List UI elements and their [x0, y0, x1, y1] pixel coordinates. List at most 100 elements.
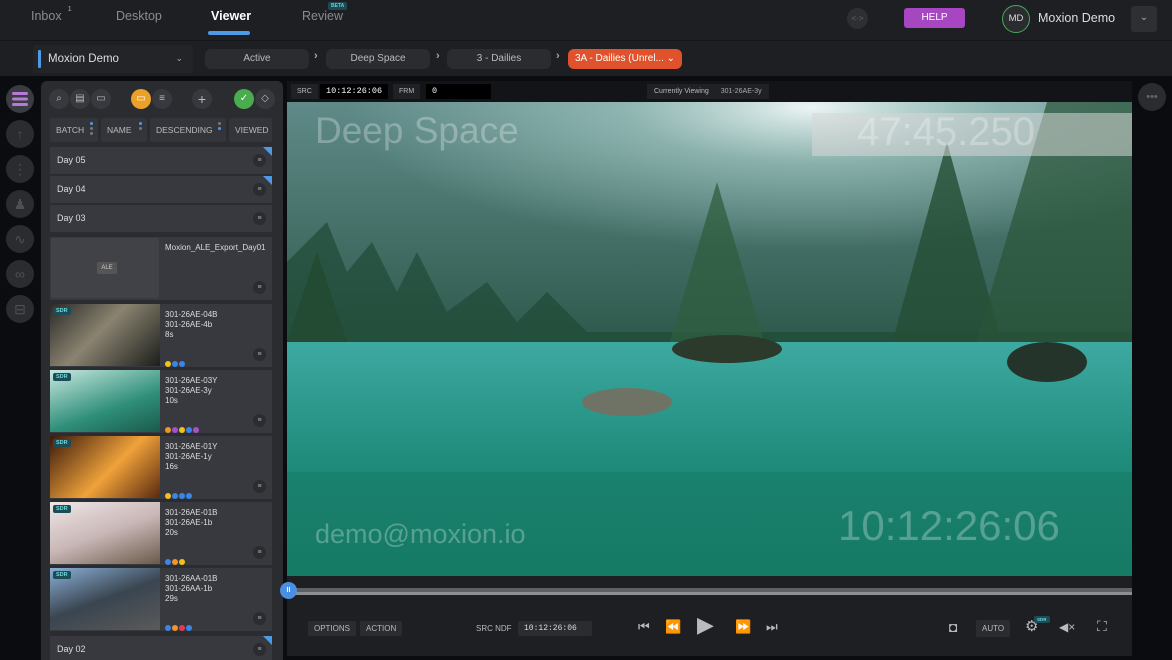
- top-nav-bar: Inbox 1 Desktop Viewer Review BETA <·> HE…: [0, 0, 1172, 40]
- clip-item[interactable]: SDR 301-26AE-04B 301-26AE-4b 8s ≡: [50, 304, 272, 367]
- item-menu-icon[interactable]: ≡: [253, 281, 266, 294]
- clip-browser-panel: ⌕ ▤ ▭ ▭ ≡ + ✓ ◇ BATCH NAME DESCENDING VI…: [41, 81, 283, 660]
- color-tag-dot: [172, 361, 178, 367]
- color-tag-dot: [186, 625, 192, 631]
- clip-name: 301-26AE-04B: [165, 310, 218, 319]
- color-tag-dot: [193, 427, 199, 433]
- search-icon[interactable]: ⌕: [49, 89, 69, 109]
- user-name[interactable]: Moxion Demo: [1038, 11, 1115, 25]
- chevron-right-icon: ›: [436, 50, 440, 62]
- help-button[interactable]: HELP: [904, 8, 965, 28]
- options-button[interactable]: OPTIONS: [308, 621, 357, 636]
- clip-item[interactable]: SDR 301-26AE-01B 301-26AE-1b 20s ≡: [50, 502, 272, 565]
- timeline-scrubber[interactable]: II: [280, 582, 1132, 599]
- timeline-track: [287, 588, 1132, 592]
- item-menu-icon[interactable]: ≡: [253, 546, 266, 559]
- sort-batch[interactable]: BATCH: [50, 118, 98, 142]
- item-menu-icon[interactable]: ≡: [253, 414, 266, 427]
- sort-name[interactable]: NAME: [101, 118, 147, 142]
- currently-viewing-label: Currently Viewing: [654, 88, 709, 95]
- item-menu-icon[interactable]: ≡: [253, 348, 266, 361]
- upload-arrow-icon[interactable]: ↑: [6, 120, 34, 148]
- add-icon[interactable]: +: [192, 89, 212, 109]
- more-vertical-icon[interactable]: ⋮: [6, 155, 34, 183]
- breadcrumb-dailies[interactable]: 3 - Dailies: [447, 49, 551, 69]
- item-menu-icon[interactable]: ≡: [253, 183, 266, 196]
- item-menu-icon[interactable]: ≡: [253, 154, 266, 167]
- breadcrumb-deep-space[interactable]: Deep Space: [326, 49, 430, 69]
- fullscreen-icon[interactable]: ⛶: [1097, 618, 1107, 635]
- ale-file-item[interactable]: ALE Moxion_ALE_Export_Day01 ≡: [50, 237, 272, 300]
- src-timecode: 10:12:26:06: [320, 84, 388, 99]
- group-day-03[interactable]: Day 03 ≡: [50, 205, 272, 232]
- skip-to-start-icon[interactable]: ⏮: [638, 619, 650, 635]
- color-tag-dot: [165, 625, 171, 631]
- frame-input[interactable]: 0: [426, 84, 491, 99]
- person-icon[interactable]: ♟: [6, 190, 34, 218]
- chevron-right-icon: ›: [314, 50, 318, 62]
- inbox-count-badge: 1: [67, 6, 72, 13]
- currently-viewing: Currently Viewing 301-26AE-3y: [647, 84, 769, 99]
- group-day-02[interactable]: Day 02 ≡: [50, 636, 272, 660]
- item-menu-icon[interactable]: ≡: [253, 612, 266, 625]
- user-menu-chevron-down-icon[interactable]: ⌄: [1131, 6, 1157, 32]
- tab-viewer[interactable]: Viewer: [211, 9, 251, 23]
- clip-item[interactable]: SDR 301-26AE-01Y 301-26AE-1y 16s ≡: [50, 436, 272, 499]
- activity-icon[interactable]: ∿: [6, 225, 34, 253]
- video-frame[interactable]: Deep Space 47:45.250 demo@moxion.io 10:1…: [287, 102, 1132, 576]
- avatar[interactable]: MD: [1002, 5, 1030, 33]
- playhead-handle[interactable]: II: [280, 582, 297, 599]
- tab-review[interactable]: Review: [302, 9, 343, 23]
- clip-item[interactable]: SDR 301-26AE-03Y 301-26AE-3y 10s ≡: [50, 370, 272, 433]
- list-view-icon[interactable]: ≡: [152, 89, 172, 109]
- embed-code-icon[interactable]: <·>: [847, 8, 868, 29]
- camera-icon[interactable]: ◘: [949, 619, 957, 635]
- rewind-icon[interactable]: ⏪: [665, 619, 681, 635]
- viewer-header: SRC 10:12:26:06 FRM 0 Currently Viewing 3…: [287, 81, 1132, 102]
- clip-scene-take: 301-26AE-1b: [165, 518, 213, 527]
- breadcrumb-active[interactable]: Active: [205, 49, 309, 69]
- toggles-icon[interactable]: ⊟: [6, 295, 34, 323]
- clip-scene-take: 301-26AE-1y: [165, 452, 212, 461]
- project-selector[interactable]: Moxion Demo ⌄: [33, 45, 193, 73]
- color-tags: [165, 420, 200, 433]
- breadcrumb-current-dropdown[interactable]: 3A - Dailies (Unrel... ⌄: [568, 49, 682, 69]
- play-icon[interactable]: ▶: [697, 612, 714, 638]
- comments-chat-icon[interactable]: •••: [1138, 83, 1166, 111]
- color-tag-dot: [179, 493, 185, 499]
- sdr-badge: SDR: [53, 373, 71, 381]
- ale-file-icon: ALE: [51, 238, 159, 298]
- sort-descending[interactable]: DESCENDING: [150, 118, 226, 142]
- mute-icon[interactable]: ◀×: [1059, 620, 1075, 634]
- group-day-05[interactable]: Day 05 ≡: [50, 147, 272, 174]
- item-menu-icon[interactable]: ≡: [253, 643, 266, 656]
- link-icon[interactable]: ∞: [6, 260, 34, 288]
- color-tags: [165, 552, 186, 565]
- tab-inbox[interactable]: Inbox 1: [31, 6, 72, 23]
- pin-icon[interactable]: ✓: [234, 89, 254, 109]
- monitor-icon[interactable]: ▭: [91, 89, 111, 109]
- frm-label: FRM: [393, 84, 421, 99]
- tag-icon[interactable]: ◇: [255, 89, 275, 109]
- tab-desktop[interactable]: Desktop: [116, 9, 162, 23]
- skip-to-end-icon[interactable]: ⏭: [766, 619, 778, 635]
- group-day-04[interactable]: Day 04 ≡: [50, 176, 272, 203]
- menu-icon[interactable]: [6, 85, 34, 113]
- breadcrumb: Moxion Demo ⌄ Active › Deep Space › 3 - …: [0, 40, 1172, 76]
- project-color-bar: [38, 50, 41, 68]
- sort-viewed[interactable]: VIEWED: [229, 118, 272, 142]
- file-name: Moxion_ALE_Export_Day01: [165, 243, 266, 252]
- action-button[interactable]: ACTION: [360, 621, 403, 636]
- item-menu-icon[interactable]: ≡: [253, 480, 266, 493]
- clip-item[interactable]: SDR 301-26AA-01B 301-26AA-1b 29s ≡: [50, 568, 272, 631]
- clip-scene-take: 301-26AA-1b: [165, 584, 213, 593]
- document-icon[interactable]: ▤: [70, 89, 90, 109]
- grid-view-icon[interactable]: ▭: [131, 89, 151, 109]
- watermark-clock: 47:45.250: [857, 110, 1035, 154]
- clip-name: 301-26AA-01B: [165, 574, 218, 583]
- quality-auto-button[interactable]: AUTO: [976, 620, 1011, 637]
- fast-forward-icon[interactable]: ⏩: [735, 619, 751, 635]
- item-menu-icon[interactable]: ≡: [253, 212, 266, 225]
- sdr-badge: SDR: [53, 505, 71, 513]
- ale-badge: ALE: [97, 262, 117, 274]
